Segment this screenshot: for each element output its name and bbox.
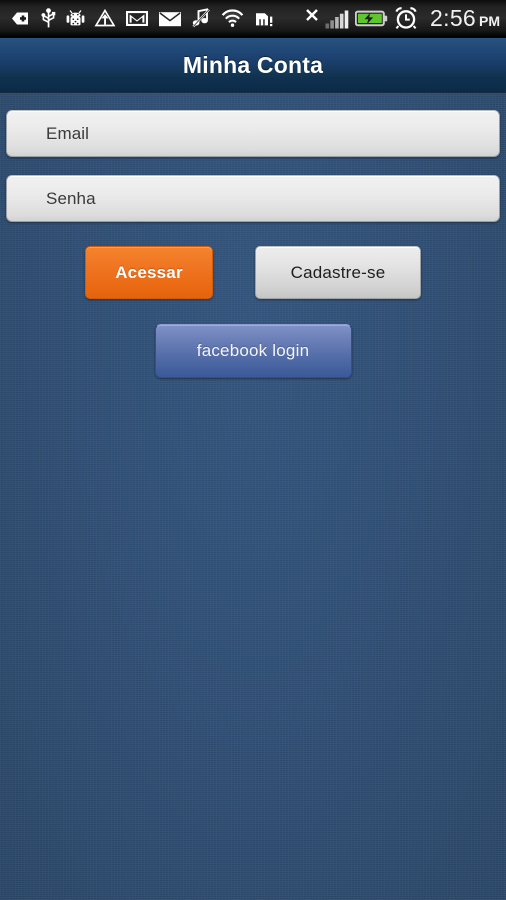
password-input[interactable]: Senha — [6, 175, 500, 222]
signal-bars-icon — [325, 9, 349, 29]
status-bar-clock: 2:56 PM — [430, 5, 500, 32]
battery-charging-icon — [355, 9, 388, 28]
password-input-placeholder: Senha — [46, 188, 96, 208]
login-button[interactable]: Acessar — [85, 246, 213, 299]
title-bar: Minha Conta — [0, 38, 506, 92]
sd-card-icon — [10, 9, 31, 28]
primary-button-row: Acessar Cadastre-se — [0, 246, 506, 299]
no-signal-x-icon — [305, 8, 319, 29]
status-bar-system-icons: 2:56 PM — [305, 5, 500, 32]
email-icon — [158, 10, 182, 28]
email-input-placeholder: Email — [46, 123, 90, 143]
social-button-row: facebook login — [0, 324, 506, 378]
music-off-icon — [191, 8, 211, 29]
wifi-icon — [220, 9, 245, 28]
login-form: Email Senha Acessar Cadastre-se facebook… — [0, 92, 506, 900]
status-bar-notification-icons — [10, 8, 305, 29]
android-debug-icon — [66, 8, 85, 29]
clock-meridiem: PM — [479, 13, 500, 29]
gmail-icon — [125, 9, 149, 28]
sim-card-alert-icon — [254, 9, 276, 29]
alarm-clock-icon — [394, 7, 418, 30]
clock-time: 2:56 — [430, 5, 476, 31]
page-title: Minha Conta — [182, 51, 324, 78]
email-input[interactable]: Email — [6, 110, 500, 157]
usb-icon — [40, 8, 57, 29]
facebook-login-button[interactable]: facebook login — [154, 324, 352, 378]
upload-icon — [94, 8, 116, 29]
status-bar[interactable]: 2:56 PM — [0, 0, 506, 38]
register-button[interactable]: Cadastre-se — [255, 246, 421, 299]
